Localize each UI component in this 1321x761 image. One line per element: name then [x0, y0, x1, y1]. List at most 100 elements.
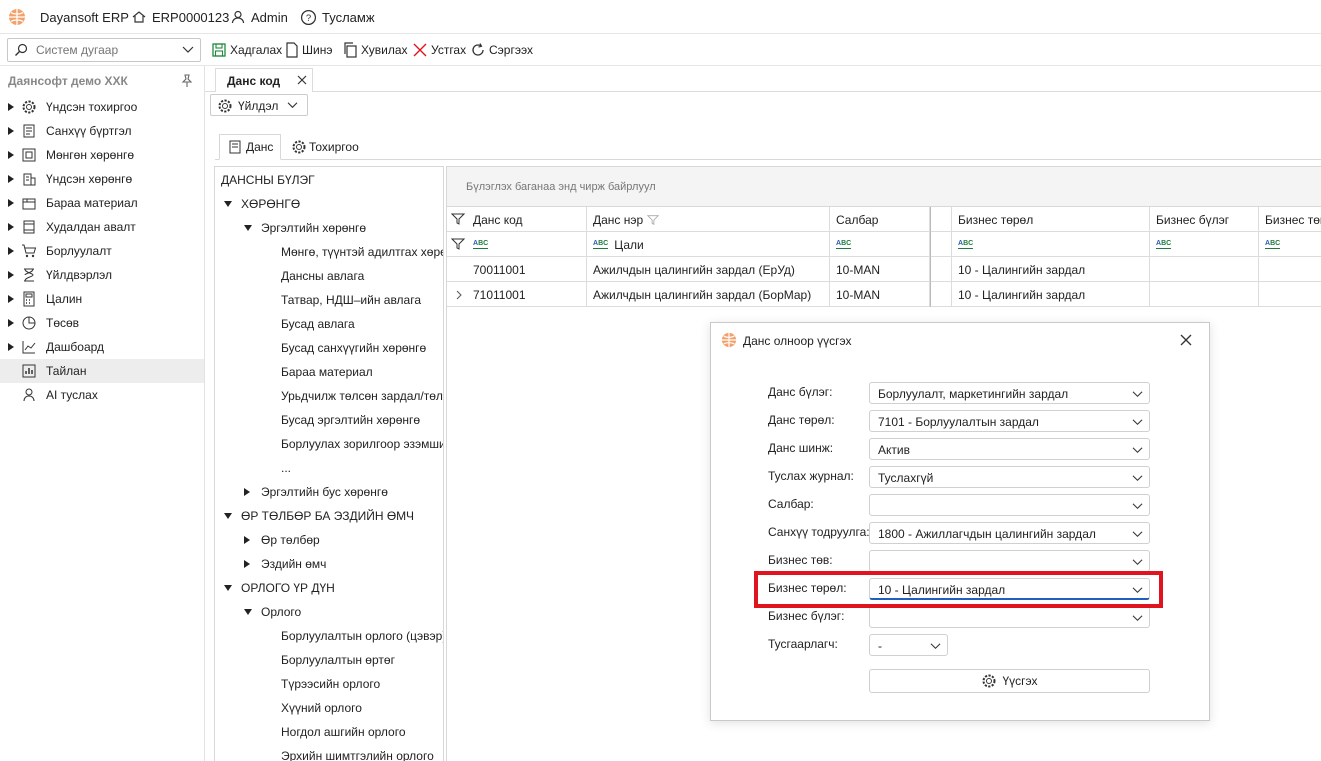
business-group-combo[interactable]: [869, 606, 1150, 628]
tree-node[interactable]: Бусад санхүүгийн хөрөнгө: [215, 337, 443, 359]
expand-right-icon[interactable]: [244, 560, 250, 568]
sidebar-item-finance[interactable]: Санхүү бүртгэл: [0, 119, 204, 143]
sidebar-item-cash[interactable]: Мөнгөн хөрөнгө: [0, 143, 204, 167]
tree-node[interactable]: Борлуулах зорилгоор эзэмшиж буй: [215, 433, 443, 455]
filter-cell-branch[interactable]: ABC: [830, 232, 930, 257]
expand-right-icon[interactable]: [244, 536, 250, 544]
financial-disclosure-combo[interactable]: 1800 - Ажиллагчдын цалингийн зардал: [869, 522, 1150, 544]
cell-business-group[interactable]: [1150, 282, 1259, 307]
tree-node[interactable]: Түрээсийн орлого: [215, 673, 443, 695]
sub-journal-combo[interactable]: Туслахгүй: [869, 466, 1150, 488]
tree-node[interactable]: Татвар, НДШ–ийн авлага: [215, 289, 443, 311]
tree-node[interactable]: Борлуулалтын орлого (цэвэр): [215, 625, 443, 647]
expand-down-icon[interactable]: [224, 585, 232, 591]
column-header-account-name[interactable]: Данс нэр: [587, 207, 830, 232]
expand-down-icon[interactable]: [244, 609, 252, 615]
tree-node[interactable]: Эргэлтийн хөрөнгө: [215, 217, 443, 239]
cell-account-code[interactable]: 70011001: [447, 257, 587, 282]
sidebar-item-inventory[interactable]: Бараа материал: [0, 191, 204, 215]
home-code[interactable]: ERP0000123: [131, 8, 229, 26]
filter-cell-business-group[interactable]: ABC: [1150, 232, 1259, 257]
business-type-combo[interactable]: 10 - Цалингийн зардал: [869, 578, 1150, 600]
sidebar-item-budget[interactable]: Төсөв: [0, 311, 204, 335]
sidebar-item-fixed-assets[interactable]: Үндсэн хөрөнгө: [0, 167, 204, 191]
tree-node[interactable]: Борлуулалтын өртөг: [215, 649, 443, 671]
column-header-business-type[interactable]: Бизнес төрөл: [952, 207, 1150, 232]
pin-icon[interactable]: [181, 74, 193, 88]
expand-down-icon[interactable]: [244, 225, 252, 231]
tree-node[interactable]: Өр төлбөр: [215, 529, 443, 551]
account-nature-combo[interactable]: Актив: [869, 438, 1150, 460]
new-button[interactable]: Шинэ: [285, 40, 332, 60]
cell-account-name[interactable]: Ажилчдын цалингийн зардал (ЕрУд): [587, 257, 830, 282]
user-menu[interactable]: Admin: [230, 8, 288, 26]
group-by-area[interactable]: Бүлэглэх баганаа энд чирж байрлуул: [447, 167, 1321, 207]
sidebar-item-payroll[interactable]: Цалин: [0, 287, 204, 311]
branch-combo[interactable]: [869, 494, 1150, 516]
save-button[interactable]: Хадгалах: [211, 40, 282, 60]
sidebar-item-ai-assistant[interactable]: AI туслах: [0, 383, 204, 407]
refresh-button[interactable]: Сэргээх: [470, 40, 533, 60]
tree-node[interactable]: Бусад авлага: [215, 313, 443, 335]
tree-node[interactable]: Бараа материал: [215, 361, 443, 383]
filter-cell-business-type[interactable]: ABC: [952, 232, 1150, 257]
cell-business-center[interactable]: [1259, 257, 1321, 282]
column-header-business-center[interactable]: Бизнес төв: [1259, 207, 1321, 232]
expand-down-icon[interactable]: [224, 201, 232, 207]
cell-account-code[interactable]: 71011001: [447, 282, 587, 307]
close-icon[interactable]: [296, 74, 308, 86]
tree-node[interactable]: Эздийн өмч: [215, 553, 443, 575]
copy-button[interactable]: Хувилах: [342, 40, 408, 60]
cell-business-type[interactable]: 10 - Цалингийн зардал: [952, 282, 1150, 307]
action-dropdown[interactable]: Үйлдэл: [210, 94, 308, 116]
search-input[interactable]: [36, 43, 176, 57]
create-button[interactable]: Үүсгэх: [869, 669, 1150, 693]
column-header-business-group[interactable]: Бизнес бүлэг: [1150, 207, 1259, 232]
tree-node[interactable]: ОРЛОГО ҮР ДҮН: [215, 577, 443, 599]
cell-business-group[interactable]: [1150, 257, 1259, 282]
sidebar-item-sales[interactable]: Борлуулалт: [0, 239, 204, 263]
tab-account[interactable]: Данс: [219, 134, 281, 160]
system-number-search[interactable]: [7, 38, 201, 62]
cell-branch[interactable]: 10-MAN: [830, 282, 930, 307]
expand-down-icon[interactable]: [224, 513, 232, 519]
account-type-combo[interactable]: 7101 - Борлуулалтын зардал: [869, 410, 1150, 432]
tree-node[interactable]: Дансны авлага: [215, 265, 443, 287]
help-link[interactable]: ? Тусламж: [300, 8, 375, 26]
tree-node[interactable]: Орлого: [215, 601, 443, 623]
sidebar-item-report[interactable]: Тайлан: [0, 359, 204, 383]
tree-node[interactable]: ДАНСНЫ БҮЛЭГ: [215, 169, 443, 191]
tree-node[interactable]: Эрхийн шимтгэлийн орлого: [215, 745, 443, 761]
sidebar-item-dashboard[interactable]: Дашбоард: [0, 335, 204, 359]
expand-right-icon[interactable]: [244, 488, 250, 496]
filter-cell-account-code[interactable]: ABC: [447, 232, 587, 257]
table-row[interactable]: 71011001 Ажилчдын цалингийн зардал (БорМ…: [447, 282, 1321, 307]
column-header-branch[interactable]: Салбар: [830, 207, 930, 232]
separator-combo[interactable]: -: [869, 634, 948, 656]
close-icon[interactable]: [1179, 333, 1193, 347]
tree-node[interactable]: ...: [215, 457, 443, 479]
business-center-combo[interactable]: [869, 550, 1150, 572]
sidebar-item-purchase[interactable]: Худалдан авалт: [0, 215, 204, 239]
tree-node[interactable]: ХӨРӨНГӨ: [215, 193, 443, 215]
cell-business-type[interactable]: 10 - Цалингийн зардал: [952, 257, 1150, 282]
delete-button[interactable]: Устгах: [412, 40, 466, 60]
cell-branch[interactable]: 10-MAN: [830, 257, 930, 282]
tree-node[interactable]: Хүүний орлого: [215, 697, 443, 719]
tree-node[interactable]: Урьдчилж төлсөн зардал/төлбөр: [215, 385, 443, 407]
tree-node[interactable]: Бусад эргэлтийн хөрөнгө: [215, 409, 443, 431]
table-row[interactable]: 70011001 Ажилчдын цалингийн зардал (ЕрУд…: [447, 257, 1321, 282]
cell-business-center[interactable]: [1259, 282, 1321, 307]
tab-settings[interactable]: Тохиргоо: [291, 134, 371, 160]
sidebar-item-basic-settings[interactable]: Үндсэн тохиргоо: [0, 95, 204, 119]
filter-cell-account-name[interactable]: ABC Цали: [587, 232, 830, 257]
cell-account-name[interactable]: Ажилчдын цалингийн зардал (БорМар): [587, 282, 830, 307]
tree-node[interactable]: ӨР ТӨЛБӨР БА ЭЗДИЙН ӨМЧ: [215, 505, 443, 527]
tree-node[interactable]: Эргэлтийн бус хөрөнгө: [215, 481, 443, 503]
account-group-combo[interactable]: Борлуулалт, маркетингийн зардал: [869, 382, 1150, 404]
tree-node[interactable]: Ногдол ашгийн орлого: [215, 721, 443, 743]
filter-cell-business-center[interactable]: ABC: [1259, 232, 1321, 257]
sidebar-item-production[interactable]: Үйлдвэрлэл: [0, 263, 204, 287]
column-header-account-code[interactable]: Данс код: [447, 207, 587, 232]
tree-node[interactable]: Мөнгө, түүнтэй адилтгах хөрөнгө: [215, 241, 443, 263]
